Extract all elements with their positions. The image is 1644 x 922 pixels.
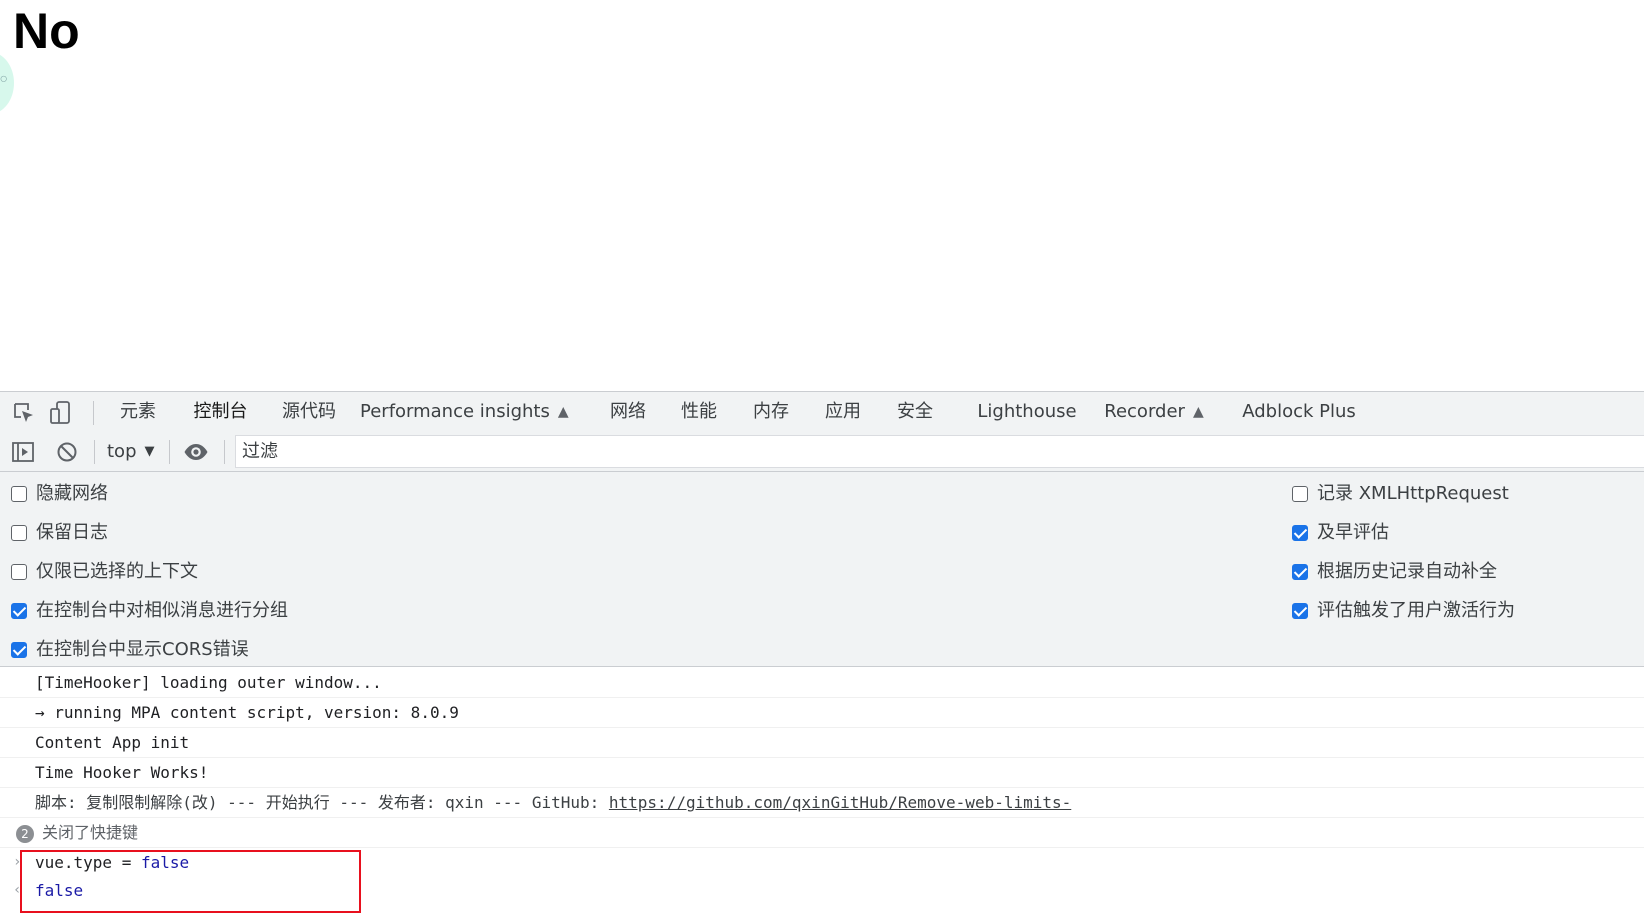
tab-console[interactable]: 控制台 xyxy=(176,392,265,434)
console-message: 脚本: 复制限制解除(改) --- 开始执行 --- 发布者: qxin ---… xyxy=(0,788,1644,818)
clear-console-icon[interactable] xyxy=(54,439,80,465)
toolbar-divider xyxy=(93,401,94,425)
setting-group-similar[interactable]: 在控制台中对相似消息进行分组 xyxy=(11,597,288,625)
live-expression-eye-icon[interactable] xyxy=(183,439,209,465)
devtools-panel: 元素 控制台 源代码 Performance insights ▲ 网络 性能 内… xyxy=(0,391,1644,922)
tab-recorder[interactable]: Recorder ▲ xyxy=(1102,392,1206,433)
tab-performance[interactable]: 性能 xyxy=(671,392,727,433)
setting-hide-network[interactable]: 隐藏网络 xyxy=(11,480,108,508)
setting-eager-evaluation[interactable]: 及早评估 xyxy=(1292,519,1389,547)
checkbox[interactable] xyxy=(11,525,27,541)
console-message: [TimeHooker] loading outer window... xyxy=(0,668,1644,698)
tab-security[interactable]: 安全 xyxy=(887,392,943,433)
tab-sources[interactable]: 源代码 xyxy=(272,392,346,433)
inspect-element-icon[interactable] xyxy=(11,400,37,426)
toolbar-divider xyxy=(224,440,225,464)
setting-user-activation-eval[interactable]: 评估触发了用户激活行为 xyxy=(1292,597,1515,625)
checkbox-checked[interactable] xyxy=(11,642,27,658)
setting-autocomplete-history[interactable]: 根据历史记录自动补全 xyxy=(1292,558,1497,586)
page-heading: No xyxy=(13,3,80,59)
tab-adblock-plus[interactable]: Adblock Plus xyxy=(1240,392,1358,433)
filter-input[interactable] xyxy=(235,435,1644,468)
console-message: → running MPA content script, version: 8… xyxy=(0,698,1644,728)
checkbox[interactable] xyxy=(1292,486,1308,502)
console-message: Time Hooker Works! xyxy=(0,758,1644,788)
toolbar-divider xyxy=(169,440,170,464)
tab-elements[interactable]: 元素 xyxy=(106,392,170,433)
toolbar-divider xyxy=(94,440,95,464)
console-toolbar: top ▼ xyxy=(0,432,1644,472)
flask-icon: ▲ xyxy=(557,404,569,420)
setting-selected-context-only[interactable]: 仅限已选择的上下文 xyxy=(11,558,198,586)
tab-memory[interactable]: 内存 xyxy=(743,392,799,433)
flask-icon: ▲ xyxy=(1192,404,1204,420)
checkbox[interactable] xyxy=(11,564,27,580)
checkbox[interactable] xyxy=(11,486,27,502)
context-selector[interactable]: top ▼ xyxy=(107,432,155,471)
setting-show-cors-errors[interactable]: 在控制台中显示CORS错误 xyxy=(11,636,249,664)
tab-lighthouse[interactable]: Lighthouse xyxy=(974,392,1080,433)
setting-log-xmlhttprequest[interactable]: 记录 XMLHttpRequest xyxy=(1292,480,1509,508)
widget-dot-icon: ○ xyxy=(0,70,8,86)
console-message-grouped: 2 关闭了快捷键 xyxy=(0,818,1644,848)
devtools-tab-bar: 元素 控制台 源代码 Performance insights ▲ 网络 性能 内… xyxy=(0,391,1644,434)
github-link[interactable]: https://github.com/qxinGitHub/Remove-web… xyxy=(609,793,1071,812)
annotation-highlight-box xyxy=(20,850,361,913)
tab-performance-insights[interactable]: Performance insights ▲ xyxy=(360,392,569,433)
console-message: Content App init xyxy=(0,728,1644,758)
console-settings-pane: 隐藏网络 保留日志 仅限已选择的上下文 在控制台中对相似消息进行分组 在控制台中… xyxy=(0,472,1644,667)
checkbox-checked[interactable] xyxy=(11,603,27,619)
tab-network[interactable]: 网络 xyxy=(600,392,656,433)
checkbox-checked[interactable] xyxy=(1292,564,1308,580)
device-toolbar-icon[interactable] xyxy=(48,400,74,426)
dropdown-arrow-icon: ▼ xyxy=(144,444,155,459)
repeat-count-badge: 2 xyxy=(16,825,34,843)
setting-preserve-log[interactable]: 保留日志 xyxy=(11,519,108,547)
checkbox-checked[interactable] xyxy=(1292,603,1308,619)
floating-widget-button[interactable]: ○ xyxy=(0,52,14,114)
show-sidebar-icon[interactable] xyxy=(10,439,36,465)
tab-application[interactable]: 应用 xyxy=(815,392,871,433)
checkbox-checked[interactable] xyxy=(1292,525,1308,541)
